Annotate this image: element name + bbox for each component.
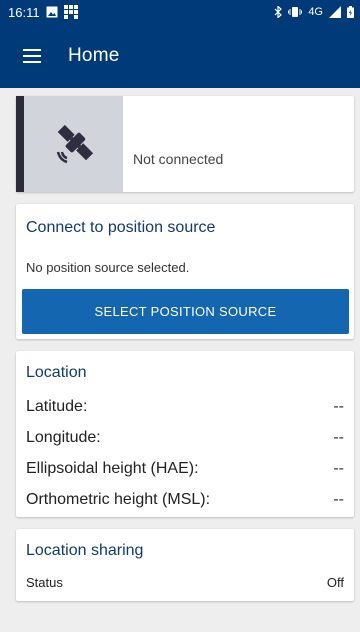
signal-icon xyxy=(329,6,341,18)
sharing-status-label: Status xyxy=(26,575,63,590)
position-source-message: No position source selected. xyxy=(26,260,190,275)
page-title: Home xyxy=(68,45,120,66)
location-card: Location Latitude: -- Longitude: -- Elli… xyxy=(16,351,354,517)
hamburger-menu-icon[interactable] xyxy=(4,24,60,88)
location-row-longitude: Longitude: -- xyxy=(26,429,344,447)
image-icon xyxy=(46,6,58,18)
location-row-latitude: Latitude: -- xyxy=(26,398,344,416)
select-position-source-button[interactable]: SELECT POSITION SOURCE xyxy=(22,289,349,334)
network-type: 4G xyxy=(308,6,323,18)
location-row-msl: Orthometric height (MSL): -- xyxy=(26,491,344,509)
connection-status-text: Not connected xyxy=(133,151,224,167)
app-bar: Home xyxy=(0,24,360,88)
longitude-label: Longitude: xyxy=(26,429,101,446)
vibrate-icon xyxy=(288,6,303,18)
app-grid-icon xyxy=(63,5,78,19)
latitude-value: -- xyxy=(333,398,344,415)
clock: 16:11 xyxy=(8,4,40,20)
hae-value: -- xyxy=(333,460,344,477)
battery-icon xyxy=(347,6,354,18)
sharing-status-value: Off xyxy=(326,575,344,590)
satellite-icon xyxy=(24,96,123,192)
sharing-status-row: Status Off xyxy=(26,575,344,590)
location-card-title: Location xyxy=(26,364,87,381)
connection-status-card: Not connected xyxy=(16,96,354,192)
longitude-value: -- xyxy=(333,429,344,446)
connect-card-title: Connect to position source xyxy=(26,219,216,236)
latitude-label: Latitude: xyxy=(26,398,88,415)
location-row-hae: Ellipsoidal height (HAE): -- xyxy=(26,460,344,478)
bluetooth-icon xyxy=(274,6,283,18)
connect-position-card: Connect to position source No position s… xyxy=(16,204,354,339)
status-accent-bar xyxy=(16,96,24,192)
hae-label: Ellipsoidal height (HAE): xyxy=(26,460,199,477)
sharing-card-title: Location sharing xyxy=(26,542,144,559)
location-sharing-card[interactable]: Location sharing Status Off xyxy=(16,529,354,601)
msl-label: Orthometric height (MSL): xyxy=(26,491,211,508)
status-bar: 16:11 4G xyxy=(0,0,360,24)
msl-value: -- xyxy=(333,491,344,508)
